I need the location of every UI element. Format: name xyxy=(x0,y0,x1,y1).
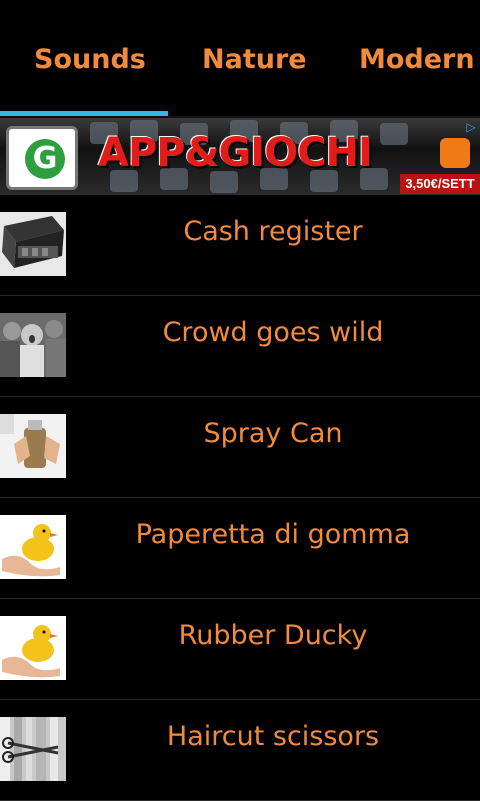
tab-sounds[interactable]: Sounds xyxy=(34,40,146,80)
info-icon[interactable]: ▷ xyxy=(464,120,478,134)
sound-label: Cash register xyxy=(183,216,363,247)
list-item[interactable]: Haircut scissors xyxy=(0,701,480,801)
spray-can-image xyxy=(0,414,66,478)
crowd-image xyxy=(0,313,66,377)
ad-logo: G xyxy=(6,126,78,190)
list-item[interactable]: Cash register xyxy=(0,196,480,296)
scissors-image xyxy=(0,717,66,781)
ad-logo-letter: G xyxy=(25,139,65,179)
sound-label: Haircut scissors xyxy=(166,721,380,752)
ad-title: APP&GIOCHI xyxy=(98,130,373,176)
tab-nature[interactable]: Nature xyxy=(202,40,307,80)
rubber-duck-image xyxy=(0,515,66,579)
rss-icon xyxy=(440,138,470,168)
list-item[interactable]: Spray Can xyxy=(0,398,480,498)
ad-banner[interactable]: G APP&GIOCHI 3,50€/SETT ▷ xyxy=(0,118,480,195)
list-item[interactable]: Rubber Ducky xyxy=(0,600,480,700)
list-item[interactable]: Crowd goes wild xyxy=(0,297,480,397)
ad-app-tile xyxy=(380,123,408,145)
rubber-duck-image xyxy=(0,616,66,680)
tab-bar: Sounds Nature Modern xyxy=(0,0,480,118)
sound-label: Paperetta di gomma xyxy=(135,519,411,550)
list-item[interactable]: Paperetta di gomma xyxy=(0,499,480,599)
sound-label: Rubber Ducky xyxy=(178,620,368,651)
sound-list: Cash register Crowd goes wild Spray Can … xyxy=(0,196,480,801)
sound-label: Spray Can xyxy=(203,418,343,449)
ad-price: 3,50€/SETT xyxy=(400,174,480,194)
tab-modern[interactable]: Modern xyxy=(359,40,475,80)
sound-label: Crowd goes wild xyxy=(162,317,384,348)
cash-register-image xyxy=(0,212,66,276)
